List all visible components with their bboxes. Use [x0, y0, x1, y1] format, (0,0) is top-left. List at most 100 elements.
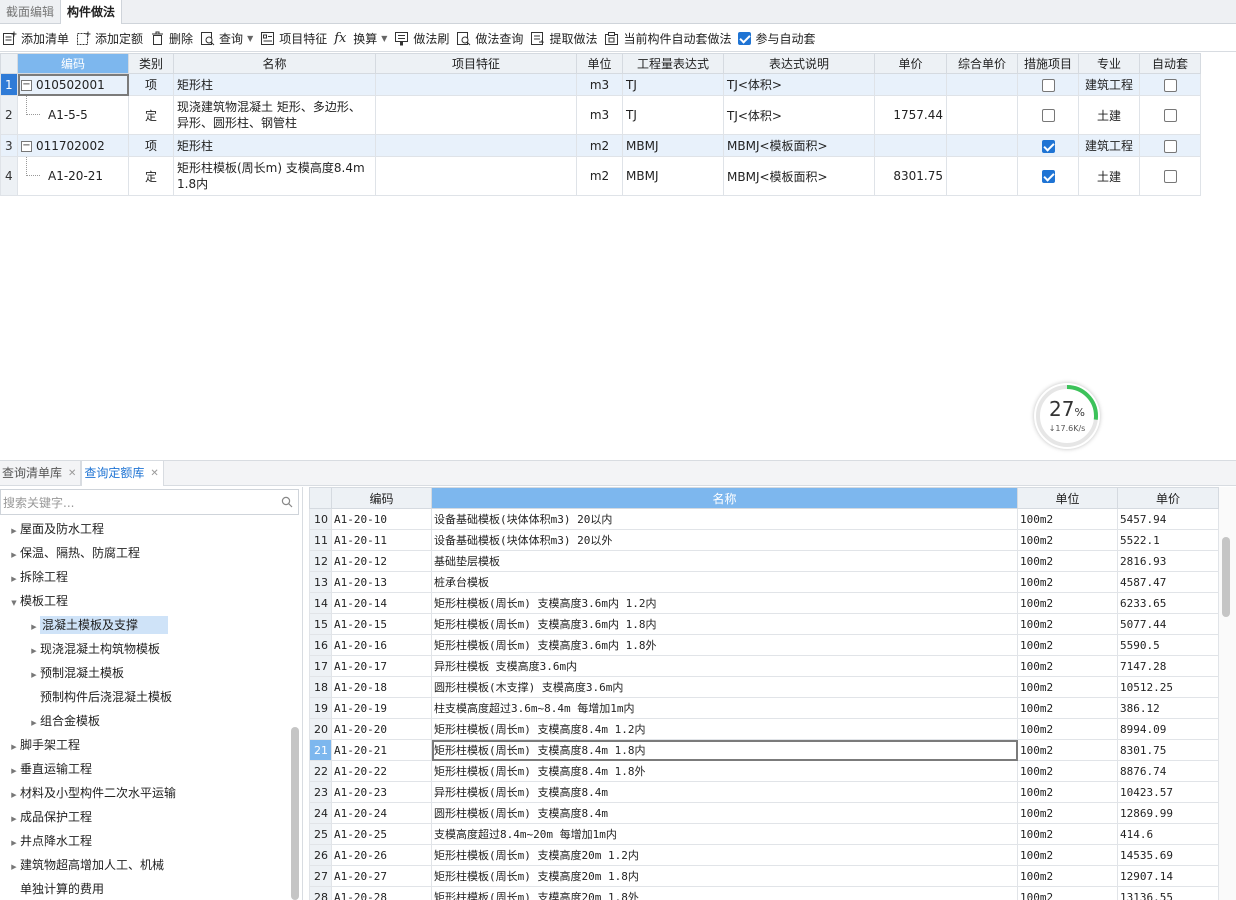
table-row[interactable]: 1 −010502001 项 矩形柱 m3 TJ TJ<体积> 建筑工程	[0, 73, 1201, 96]
expand-arrow-icon[interactable]: ▶	[28, 711, 40, 735]
expand-arrow-icon[interactable]: ▶	[8, 519, 20, 543]
code-cell[interactable]: A1-20-21	[17, 156, 129, 196]
table-row[interactable]: 15 A1-20-15 矩形柱模板(周长m) 支模高度3.6m内 1.8内 100m2…	[309, 613, 1219, 635]
table-row[interactable]: 26 A1-20-26 矩形柱模板(周长m) 支模高度20m 1.2内 100m2 14…	[309, 844, 1219, 866]
item-feature-button[interactable]: 项目特征	[258, 25, 332, 52]
auto-cell[interactable]	[1139, 156, 1201, 196]
unit-cell[interactable]: 100m2	[1017, 592, 1118, 614]
add-list-button[interactable]: 添加清单	[0, 25, 74, 52]
table-row[interactable]: 4 A1-20-21 定 矩形柱模板(周长m) 支模高度8.4m 1.8内 m2…	[0, 156, 1201, 196]
name-cell[interactable]: 支模高度超过8.4m~20m 每增加1m内	[431, 823, 1018, 845]
composite-cell[interactable]	[946, 156, 1018, 196]
table-row[interactable]: 10 A1-20-10 设备基础模板(块体体积m3) 20以内 100m2 5457.9…	[309, 508, 1219, 530]
tree-node[interactable]: ▶ 建筑物超高增加人工、机械	[0, 853, 290, 877]
col-header-feature[interactable]: 项目特征	[375, 53, 577, 74]
price-cell[interactable]: 6233.65	[1117, 592, 1219, 614]
unit-cell[interactable]: 100m2	[1017, 613, 1118, 635]
col-header-price[interactable]: 单价	[874, 53, 947, 74]
unit-cell[interactable]: m2	[576, 134, 623, 157]
name-cell[interactable]: 矩形柱	[173, 134, 376, 157]
table-row[interactable]: 27 A1-20-27 矩形柱模板(周长m) 支模高度20m 1.8内 100m2 12…	[309, 865, 1219, 887]
table-row[interactable]: 24 A1-20-24 圆形柱模板(周长m) 支模高度8.4m 100m2 12869.…	[309, 802, 1219, 824]
unit-cell[interactable]: 100m2	[1017, 865, 1118, 887]
name-cell[interactable]: 桩承台模板	[431, 571, 1018, 593]
price-cell[interactable]: 12869.99	[1117, 802, 1219, 824]
unit-cell[interactable]: 100m2	[1017, 676, 1118, 698]
name-cell[interactable]: 基础垫层模板	[431, 550, 1018, 572]
code-cell[interactable]: A1-20-24	[331, 802, 432, 824]
name-cell[interactable]: 圆形柱模板(木支撑) 支模高度3.6m内	[431, 676, 1018, 698]
major-cell[interactable]: 建筑工程	[1078, 134, 1140, 157]
measure-checkbox[interactable]	[1041, 139, 1055, 153]
table-row[interactable]: 14 A1-20-14 矩形柱模板(周长m) 支模高度3.6m内 1.2内 100m2…	[309, 592, 1219, 614]
query-button[interactable]: 查询 ▼	[198, 25, 258, 52]
feature-cell[interactable]	[375, 156, 577, 196]
feature-cell[interactable]	[375, 95, 577, 135]
type-cell[interactable]: 定	[128, 95, 174, 135]
col-header-name[interactable]: 名称	[173, 53, 376, 74]
code-cell[interactable]: −011702002	[17, 134, 129, 157]
price-cell[interactable]	[874, 73, 947, 96]
name-cell[interactable]: 矩形柱模板(周长m) 支模高度3.6m内 1.2内	[431, 592, 1018, 614]
tab-list-library[interactable]: 查询清单库 ✕	[0, 461, 82, 486]
type-cell[interactable]: 项	[128, 73, 174, 96]
code-cell[interactable]: A1-20-21	[331, 739, 432, 761]
code-cell[interactable]: A1-20-15	[331, 613, 432, 635]
col-header-auto[interactable]: 自动套	[1139, 53, 1201, 74]
close-icon[interactable]: ✕	[68, 461, 76, 486]
table-row[interactable]: 17 A1-20-17 异形柱模板 支模高度3.6m内 100m2 7147.28	[309, 655, 1219, 677]
code-cell[interactable]: A1-20-13	[331, 571, 432, 593]
price-cell[interactable]: 2816.93	[1117, 550, 1219, 572]
tree-scrollbar[interactable]	[291, 727, 299, 900]
auto-apply-button[interactable]: 当前构件自动套做法	[602, 25, 736, 52]
tree-node[interactable]: ▶ 预制混凝土模板	[0, 661, 290, 685]
participate-auto-toggle[interactable]: 参与自动套	[736, 25, 820, 52]
col-header-code[interactable]: 编码	[331, 487, 432, 509]
price-cell[interactable]: 10423.57	[1117, 781, 1219, 803]
auto-checkbox[interactable]	[1163, 170, 1177, 183]
name-cell[interactable]: 矩形柱模板(周长m) 支模高度3.6m内 1.8内	[431, 613, 1018, 635]
participate-auto-checkbox[interactable]	[738, 31, 752, 45]
name-cell[interactable]: 异形柱模板(周长m) 支模高度8.4m	[431, 781, 1018, 803]
unit-cell[interactable]: 100m2	[1017, 529, 1118, 551]
expand-arrow-icon[interactable]: ▶	[8, 735, 20, 759]
expand-arrow-icon[interactable]: ▶	[8, 759, 20, 783]
unit-cell[interactable]: 100m2	[1017, 844, 1118, 866]
code-cell[interactable]: A1-20-10	[331, 508, 432, 530]
search-icon[interactable]	[276, 491, 298, 513]
price-cell[interactable]: 5457.94	[1117, 508, 1219, 530]
code-cell[interactable]: A1-20-22	[331, 760, 432, 782]
composite-cell[interactable]	[946, 134, 1018, 157]
price-cell[interactable]: 8994.09	[1117, 718, 1219, 740]
auto-checkbox[interactable]	[1163, 78, 1177, 92]
measure-checkbox[interactable]	[1041, 78, 1055, 92]
method-query-button[interactable]: 做法查询	[454, 25, 528, 52]
expand-arrow-icon[interactable]: ▶	[8, 807, 20, 831]
code-cell[interactable]: A1-20-19	[331, 697, 432, 719]
auto-cell[interactable]	[1139, 134, 1201, 157]
auto-checkbox[interactable]	[1163, 109, 1177, 122]
collapse-icon[interactable]: −	[21, 79, 32, 91]
expr-cell[interactable]: TJ	[622, 73, 724, 96]
name-cell[interactable]: 矩形柱模板(周长m) 支模高度8.4m 1.2内	[431, 718, 1018, 740]
unit-cell[interactable]: 100m2	[1017, 634, 1118, 656]
auto-checkbox[interactable]	[1163, 139, 1177, 153]
unit-cell[interactable]: 100m2	[1017, 718, 1118, 740]
code-cell[interactable]: A1-20-23	[331, 781, 432, 803]
tree-node[interactable]: ▶ 现浇混凝土构筑物模板	[0, 637, 290, 661]
col-header-major[interactable]: 专业	[1078, 53, 1140, 74]
table-row[interactable]: 22 A1-20-22 矩形柱模板(周长m) 支模高度8.4m 1.8外 100m2 8…	[309, 760, 1219, 782]
tree-node[interactable]: ▶ 成品保护工程	[0, 805, 290, 829]
name-cell[interactable]: 圆形柱模板(周长m) 支模高度8.4m	[431, 802, 1018, 824]
tree-node[interactable]: ▶ 保温、隔热、防腐工程	[0, 541, 290, 565]
col-header-price[interactable]: 单价	[1117, 487, 1219, 509]
price-cell[interactable]: 414.6	[1117, 823, 1219, 845]
price-cell[interactable]: 1757.44	[874, 95, 947, 135]
desc-cell[interactable]: MBMJ<模板面积>	[723, 134, 875, 157]
unit-cell[interactable]: 100m2	[1017, 550, 1118, 572]
price-cell[interactable]: 10512.25	[1117, 676, 1219, 698]
feature-cell[interactable]	[375, 73, 577, 96]
expr-cell[interactable]: TJ	[622, 95, 724, 135]
auto-cell[interactable]	[1139, 73, 1201, 96]
name-cell[interactable]: 矩形柱模板(周长m) 支模高度20m 1.8内	[431, 865, 1018, 887]
